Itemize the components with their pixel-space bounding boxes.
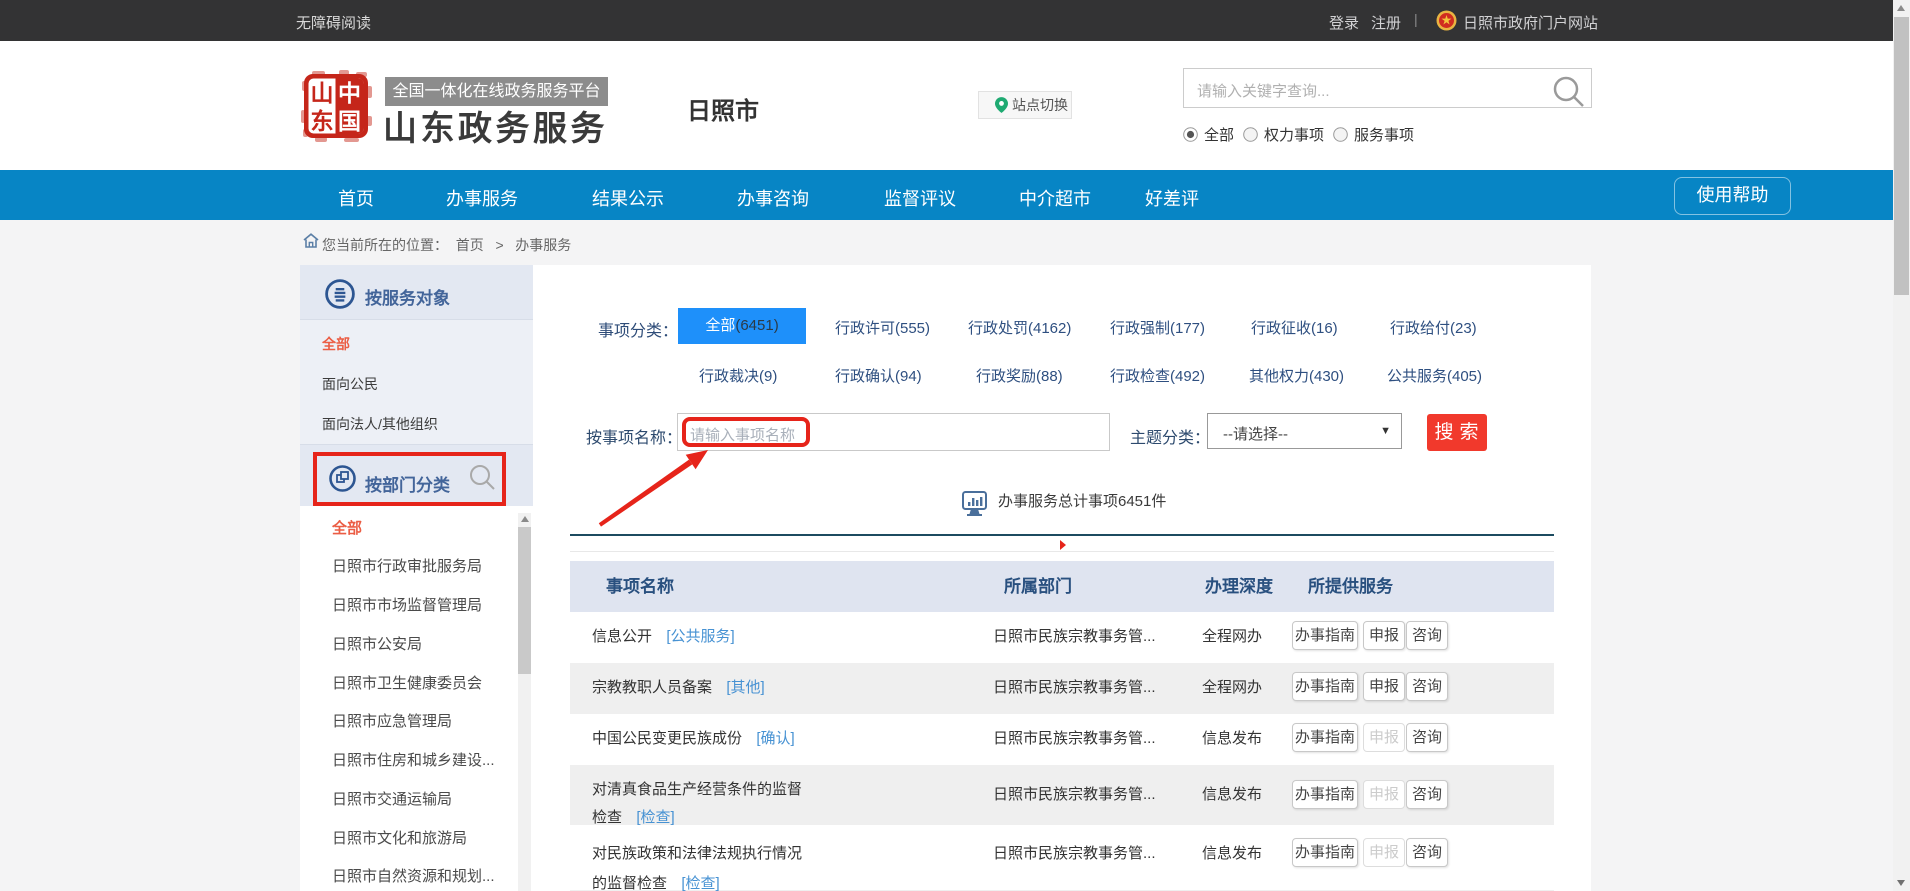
svg-text:国: 国 <box>338 108 361 134</box>
svg-text:中: 中 <box>338 80 361 106</box>
svg-text:东: 东 <box>311 108 334 134</box>
svg-text:山: 山 <box>311 80 334 106</box>
